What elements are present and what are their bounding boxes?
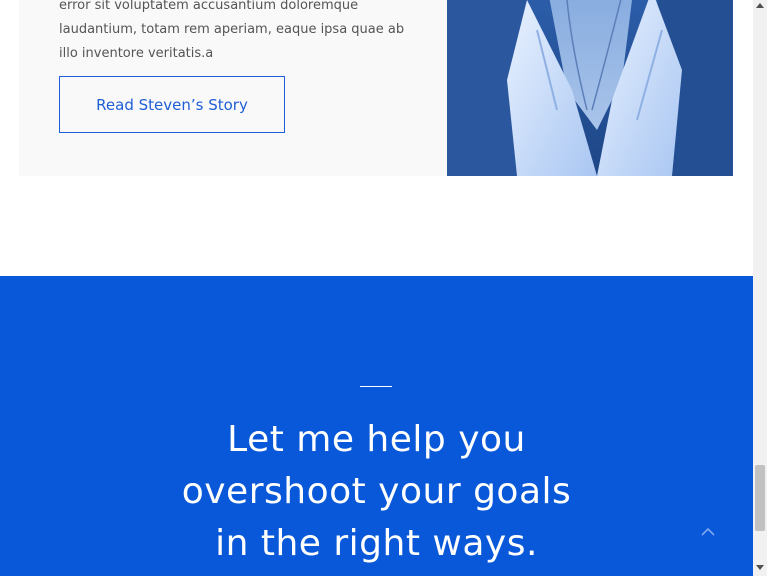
headline-line: Let me help you — [227, 419, 526, 460]
browser-viewport: error sit voluptatem accusantium dolorem… — [0, 0, 767, 576]
scrollbar-thumb[interactable] — [755, 465, 765, 531]
headline-line: in the right ways. — [215, 523, 538, 564]
read-story-button[interactable]: Read Steven’s Story — [59, 76, 285, 133]
excerpt-line: laudantium, totam rem aperiam, eaque ips… — [59, 22, 405, 37]
scroll-down-arrow-icon[interactable] — [756, 565, 764, 570]
story-excerpt: error sit voluptatem accusantium dolorem… — [59, 0, 409, 66]
excerpt-line: illo inventore veritatis.a — [59, 46, 214, 61]
cta-headline: Let me help you overshoot your goals in … — [0, 414, 753, 570]
scroll-to-top-button[interactable] — [696, 520, 720, 544]
page: error sit voluptatem accusantium dolorem… — [0, 0, 753, 576]
headline-line: overshoot your goals — [181, 471, 572, 512]
portrait-photo — [447, 0, 733, 176]
scroll-up-arrow-icon[interactable] — [756, 3, 764, 8]
section-divider — [360, 386, 392, 387]
portrait-illustration — [447, 0, 733, 176]
cta-section: Let me help you overshoot your goals in … — [0, 276, 753, 576]
vertical-scrollbar[interactable] — [753, 0, 767, 576]
excerpt-line: error sit voluptatem accusantium dolorem… — [59, 0, 359, 13]
story-card: error sit voluptatem accusantium dolorem… — [19, 0, 733, 176]
chevron-up-icon — [701, 527, 715, 536]
